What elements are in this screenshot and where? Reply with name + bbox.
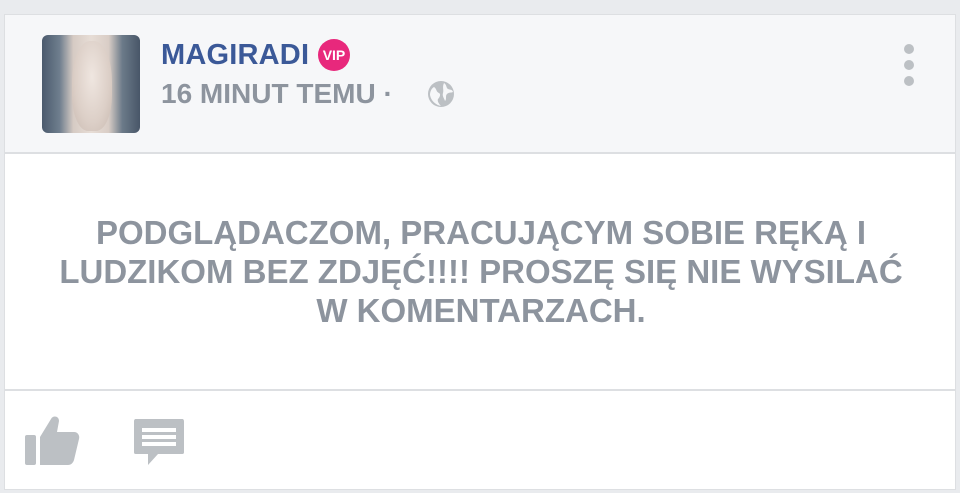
post-actions — [5, 389, 955, 489]
post-text: PODGLĄDACZOM, PRACUJĄCYM SOBIE RĘKĄ I LU… — [59, 214, 903, 329]
globe-icon — [428, 81, 454, 107]
more-vertical-icon[interactable] — [895, 43, 923, 87]
thumbs-up-icon[interactable] — [23, 413, 81, 467]
comment-icon[interactable] — [133, 417, 185, 467]
username-link[interactable]: MAGIRADI — [161, 39, 309, 72]
post-card: MAGIRADI VIP 16 MINUT TEMU · PODGLĄDACZO… — [4, 14, 956, 490]
post-header: MAGIRADI VIP 16 MINUT TEMU · — [5, 15, 955, 154]
avatar[interactable] — [42, 35, 140, 133]
post-timestamp[interactable]: 16 MINUT TEMU · — [161, 78, 393, 110]
avatar-figure — [72, 41, 112, 131]
vip-badge: VIP — [318, 39, 350, 71]
